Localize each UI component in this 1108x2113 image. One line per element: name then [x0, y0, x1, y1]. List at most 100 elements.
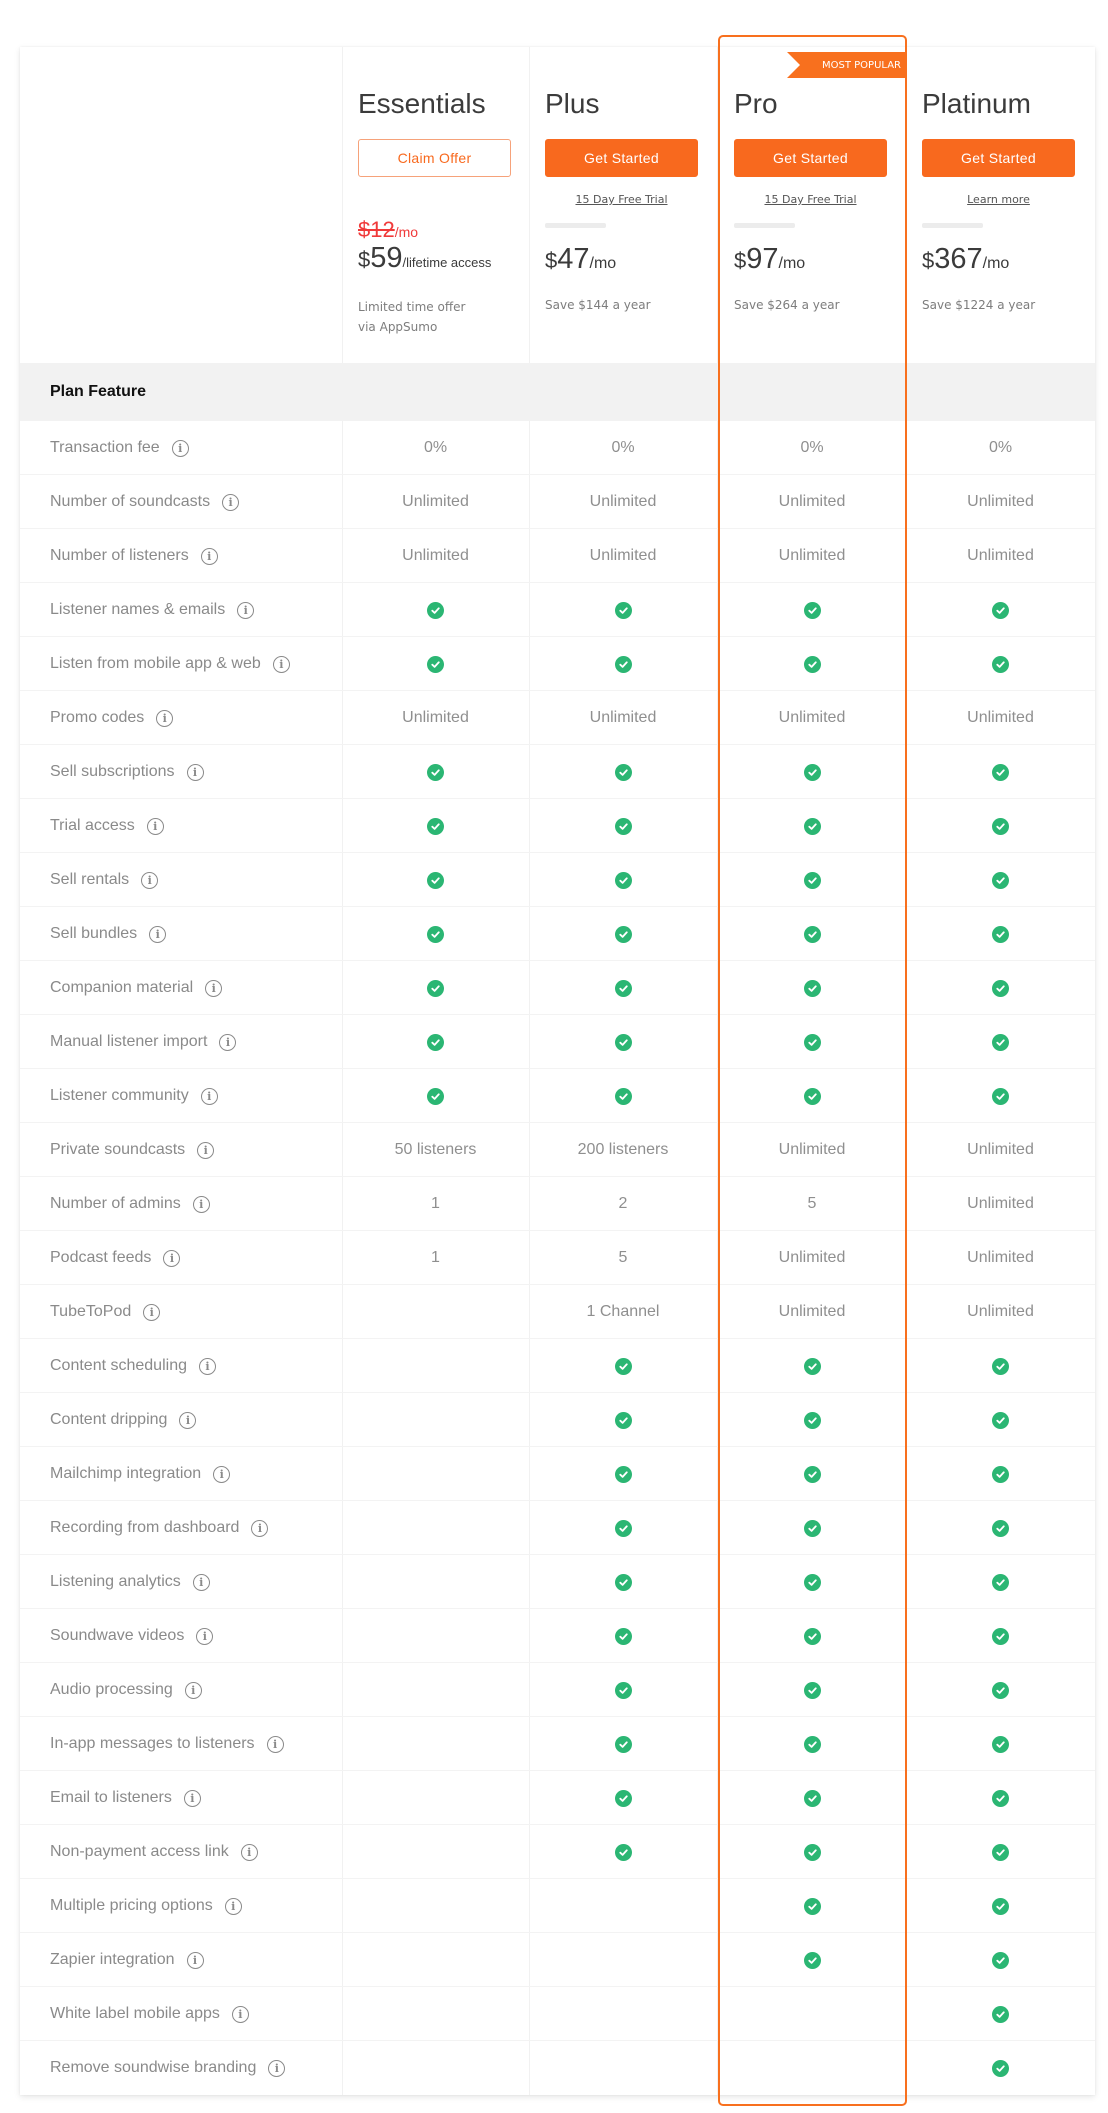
- info-icon[interactable]: i: [268, 2059, 286, 2077]
- info-icon[interactable]: i: [183, 1789, 201, 1807]
- info-icon[interactable]: i: [141, 871, 159, 889]
- get-started-button[interactable]: Get Started: [545, 139, 698, 177]
- info-icon[interactable]: i: [231, 2005, 249, 2023]
- check-icon: [992, 1735, 1009, 1753]
- info-icon[interactable]: i: [143, 1303, 161, 1321]
- feature-name: Number of admins: [50, 1195, 181, 1212]
- feature-value-essentials: [342, 637, 529, 691]
- check-icon: [992, 871, 1009, 889]
- get-started-button[interactable]: Get Started: [922, 139, 1075, 177]
- feature-value-pro: [718, 1987, 906, 2041]
- feature-value-pro: [718, 799, 906, 853]
- feature-value-platinum: [906, 799, 1095, 853]
- feature-name: Listener community: [50, 1087, 189, 1104]
- feature-name: Podcast feeds: [50, 1249, 152, 1266]
- feature-value-pro: Unlimited: [718, 1231, 906, 1285]
- offer-note: Limited time offer via AppSumo: [358, 297, 465, 337]
- info-icon[interactable]: i: [222, 493, 240, 511]
- pricing-table: Essentials Claim Offer $12/mo $59/lifeti…: [20, 47, 1095, 2095]
- feature-name: Soundwave videos: [50, 1627, 185, 1644]
- value-text: Unlimited: [967, 1303, 1034, 1320]
- feature-row: Sell subscriptions i: [20, 745, 1095, 799]
- info-icon[interactable]: i: [272, 655, 290, 673]
- get-started-button[interactable]: Get Started: [734, 139, 887, 177]
- feature-value-pro: [718, 1447, 906, 1501]
- feature-name: Email to listeners: [50, 1789, 172, 1806]
- check-icon: [803, 1951, 821, 1969]
- info-icon[interactable]: i: [196, 1627, 214, 1645]
- info-icon[interactable]: i: [186, 1951, 204, 1969]
- feature-row: Recording from dashboard i: [20, 1501, 1095, 1555]
- info-icon[interactable]: i: [213, 1465, 231, 1483]
- feature-value-pro: [718, 1393, 906, 1447]
- feature-value-plus: [529, 1609, 717, 1663]
- savings-text: Save $264 a year: [734, 298, 840, 312]
- feature-name: Mailchimp integration: [50, 1465, 202, 1482]
- info-icon[interactable]: i: [224, 1897, 242, 1915]
- info-icon[interactable]: i: [200, 547, 218, 565]
- info-icon[interactable]: i: [192, 1573, 210, 1591]
- feature-name: Sell subscriptions: [50, 763, 175, 780]
- info-icon[interactable]: i: [179, 1411, 197, 1429]
- free-trial-link[interactable]: 15 Day Free Trial: [545, 193, 698, 206]
- offer-note-line: Limited time offer: [358, 300, 466, 314]
- info-icon[interactable]: i: [192, 1195, 210, 1213]
- feature-value-plus: [529, 1069, 717, 1123]
- feature-value-pro: 0%: [718, 421, 906, 475]
- check-icon: [427, 817, 444, 835]
- feature-label: White label mobile apps i: [50, 1987, 249, 2041]
- plan-price: $59/lifetime access: [358, 242, 491, 275]
- info-icon[interactable]: i: [184, 1681, 202, 1699]
- feature-name: Zapier integration: [50, 1951, 175, 1968]
- info-icon[interactable]: i: [200, 1087, 218, 1105]
- claim-offer-button[interactable]: Claim Offer: [358, 139, 511, 177]
- feature-value-platinum: [906, 1825, 1095, 1879]
- info-icon[interactable]: i: [240, 1843, 258, 1861]
- check-icon: [992, 1627, 1009, 1645]
- feature-value-plus: Unlimited: [529, 475, 717, 529]
- feature-row: Trial access i: [20, 799, 1095, 853]
- feature-value-essentials: 1: [342, 1177, 529, 1231]
- feature-value-plus: [529, 1501, 717, 1555]
- price-amount: 367: [934, 243, 983, 275]
- info-icon[interactable]: i: [197, 1141, 215, 1159]
- learn-more-link[interactable]: Learn more: [922, 193, 1075, 206]
- info-icon[interactable]: i: [251, 1519, 269, 1537]
- info-icon[interactable]: i: [205, 979, 223, 997]
- value-text: Unlimited: [589, 493, 657, 510]
- feature-value-platinum: [906, 1609, 1095, 1663]
- feature-name: In-app messages to listeners: [50, 1735, 255, 1752]
- value-text: 0%: [423, 439, 448, 456]
- feature-value-pro: [718, 1501, 906, 1555]
- feature-value-plus: [529, 1717, 717, 1771]
- feature-label: Podcast feeds i: [50, 1231, 181, 1285]
- info-icon[interactable]: i: [156, 709, 174, 727]
- price-currency: $: [922, 248, 935, 273]
- price-amount: 47: [557, 243, 590, 275]
- feature-value-plus: [529, 1825, 717, 1879]
- info-icon[interactable]: i: [146, 817, 164, 835]
- feature-value-essentials: 1: [342, 1231, 529, 1285]
- info-icon[interactable]: i: [186, 763, 204, 781]
- info-icon[interactable]: i: [163, 1249, 181, 1267]
- feature-label: Remove soundwise branding i: [50, 2041, 286, 2095]
- free-trial-link[interactable]: 15 Day Free Trial: [734, 193, 887, 206]
- feature-value-plus: 0%: [529, 421, 717, 475]
- info-icon[interactable]: i: [219, 1033, 237, 1051]
- feature-label: Audio processing i: [50, 1663, 202, 1717]
- feature-value-essentials: [342, 1663, 529, 1717]
- info-icon[interactable]: i: [266, 1735, 284, 1753]
- check-icon: [803, 1357, 821, 1375]
- info-icon[interactable]: i: [149, 925, 167, 943]
- feature-value-platinum: [906, 1663, 1095, 1717]
- plan-essentials: Essentials Claim Offer $12/mo $59/lifeti…: [342, 47, 529, 363]
- info-icon[interactable]: i: [171, 439, 189, 457]
- check-icon: [614, 1627, 632, 1645]
- feature-name: White label mobile apps: [50, 2005, 220, 2022]
- check-icon: [427, 763, 444, 781]
- info-icon[interactable]: i: [198, 1357, 216, 1375]
- feature-value-platinum: [906, 961, 1095, 1015]
- info-icon[interactable]: i: [237, 601, 255, 619]
- feature-value-essentials: [342, 1069, 529, 1123]
- feature-value-platinum: Unlimited: [906, 1285, 1095, 1339]
